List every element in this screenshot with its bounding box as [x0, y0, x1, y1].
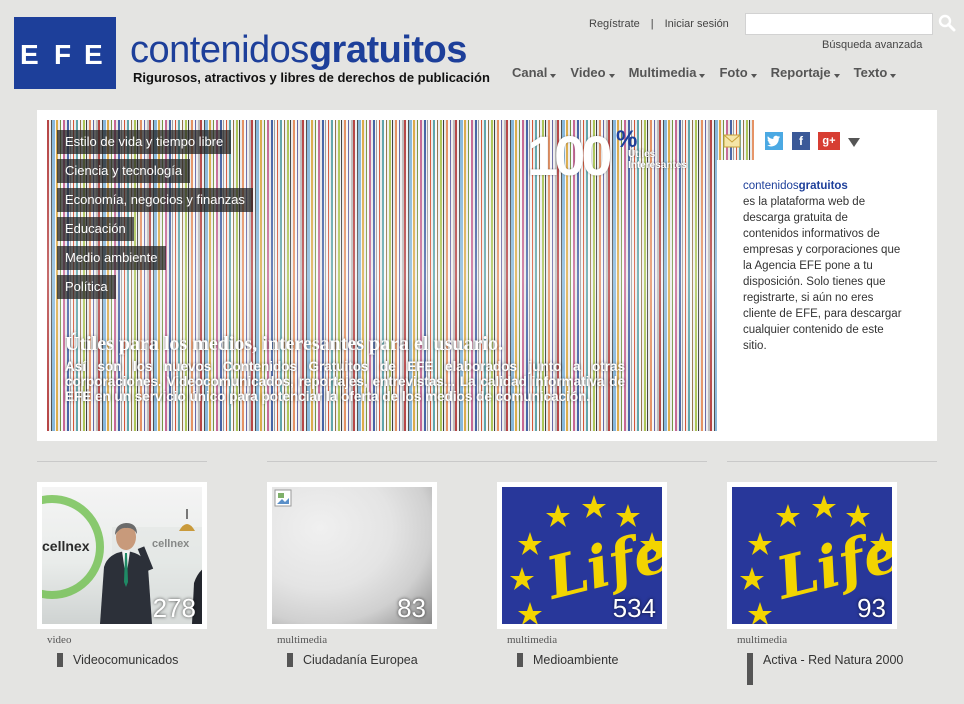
logo-letter-f: F	[54, 39, 72, 70]
label-bar	[747, 653, 753, 685]
nav-label: Foto	[719, 65, 748, 80]
brand-bold: gratuitos	[308, 29, 468, 71]
login-link[interactable]: Iniciar sesión	[665, 18, 729, 30]
tile-count: 534	[612, 593, 656, 623]
label-bar	[517, 653, 523, 667]
tile-label-text: Activa - Red Natura 2000	[763, 653, 904, 667]
caret-down-icon	[833, 73, 840, 78]
category-medio-ambiente[interactable]: Medio ambiente	[57, 246, 166, 270]
nav-label: Canal	[512, 65, 548, 80]
nav-foto[interactable]: Foto	[719, 65, 757, 80]
nav-label: Video	[570, 65, 606, 80]
info-brand-light: contenidos	[743, 180, 799, 192]
info-brand: contenidosgratuitos	[743, 180, 848, 192]
nav-video[interactable]: Video	[570, 65, 615, 80]
nav-texto[interactable]: Texto	[854, 65, 897, 80]
tile-red-natura[interactable]: Life 93	[727, 482, 897, 629]
top-links: Regístrate | Iniciar sesión	[589, 18, 729, 30]
label-bar	[57, 653, 63, 667]
tile-label-link[interactable]: Medioambiente	[517, 652, 618, 668]
label-bar	[287, 653, 293, 667]
tile-thumbnail[interactable]: Life 534	[502, 487, 662, 624]
tile-count: 278	[152, 593, 196, 623]
tile-count: 93	[857, 593, 886, 623]
brand-light: contenidos	[130, 29, 309, 71]
twitter-icon[interactable]	[765, 132, 783, 150]
tile-type: video	[47, 634, 72, 646]
tile-type: multimedia	[277, 634, 328, 646]
nav-label: Reportaje	[770, 65, 831, 80]
info-description: es la plataforma web de descarga gratuit…	[743, 196, 902, 352]
tile-type: multimedia	[507, 634, 558, 646]
site-tagline: Rigurosos, atractivos y libres de derech…	[133, 70, 490, 85]
tile-label-text: Ciudadanía Europea	[303, 653, 418, 667]
divider-line	[267, 461, 707, 462]
info-text: contenidosgratuitos es la plataforma web…	[743, 178, 903, 354]
category-educacion[interactable]: Educación	[57, 217, 134, 241]
tile-count: 83	[397, 593, 426, 623]
nav-label: Texto	[853, 65, 888, 80]
tile-label-link[interactable]: Activa - Red Natura 2000	[747, 652, 933, 685]
tile-label-text: Videocomunicados	[73, 653, 179, 667]
google-plus-glyph: g+	[822, 135, 836, 147]
info-brand-bold: gratuitos	[798, 180, 848, 192]
caret-down-icon	[890, 73, 897, 78]
tile-ciudadania-europea[interactable]: 83	[267, 482, 437, 629]
category-estilo-de-vida[interactable]: Estilo de vida y tiempo libre	[57, 130, 232, 154]
caret-down-icon	[750, 73, 757, 78]
caret-down-icon	[699, 73, 706, 78]
caret-down-icon	[550, 73, 557, 78]
nav-canal[interactable]: Canal	[512, 65, 557, 80]
hero-text: Así son los nuevos Contenidos Gratuitos …	[65, 359, 625, 404]
hero-title: Útiles para los medios, interesantes par…	[65, 333, 503, 355]
efe-logo[interactable]: E F E	[14, 17, 116, 89]
logo-letter-e2: E	[84, 39, 103, 70]
tile-videocomunicados[interactable]: cellnex cellnex 278	[37, 482, 207, 629]
tile-label-text: Medioambiente	[533, 653, 619, 667]
category-economia[interactable]: Economía, negocios y finanzas	[57, 188, 253, 212]
cellnex-logo-text: cellnex	[42, 538, 90, 554]
info-panel: contenidosgratuitos es la plataforma web…	[717, 160, 915, 432]
search-icon[interactable]	[938, 14, 956, 32]
chevron-down-icon[interactable]	[847, 136, 861, 148]
category-ciencia[interactable]: Ciencia y tecnología	[57, 159, 191, 183]
divider-line	[727, 461, 937, 462]
main-nav: Canal Video Multimedia Foto Reportaje Te…	[512, 65, 897, 80]
badge-subtitle: Útiles Interesantes	[628, 149, 687, 171]
facebook-icon[interactable]: f	[792, 132, 810, 150]
site-brand[interactable]: contenidosgratuitos	[130, 30, 467, 70]
category-politica[interactable]: Política	[57, 275, 116, 299]
search-input[interactable]	[745, 13, 933, 35]
nav-label: Multimedia	[628, 65, 697, 80]
link-separator: |	[650, 18, 654, 30]
tile-thumbnail[interactable]: 83	[272, 487, 432, 624]
advanced-search-link[interactable]: Búsqueda avanzada	[822, 39, 922, 51]
email-icon[interactable]	[723, 132, 741, 150]
divider-line	[37, 461, 207, 462]
caret-down-icon	[608, 73, 615, 78]
tile-medioambiente[interactable]: Life 534	[497, 482, 667, 629]
nav-multimedia[interactable]: Multimedia	[629, 65, 706, 80]
tile-thumbnail[interactable]: Life 93	[732, 487, 892, 624]
tile-label-link[interactable]: Videocomunicados	[57, 652, 178, 668]
tile-thumbnail[interactable]: cellnex cellnex 278	[42, 487, 202, 624]
tile-label-link[interactable]: Ciudadanía Europea	[287, 652, 418, 668]
badge-number: 100	[527, 124, 612, 187]
nav-reportaje[interactable]: Reportaje	[771, 65, 840, 80]
logo-letter-e1: E	[20, 39, 39, 70]
social-bar: f g+	[717, 120, 928, 160]
badge-line1: Útiles	[628, 149, 656, 160]
register-link[interactable]: Regístrate	[589, 18, 640, 30]
google-plus-icon[interactable]: g+	[818, 132, 840, 150]
facebook-glyph: f	[799, 134, 803, 148]
broken-image-icon	[274, 489, 292, 507]
tile-type: multimedia	[737, 634, 788, 646]
badge-line2: Interesantes	[628, 160, 687, 171]
